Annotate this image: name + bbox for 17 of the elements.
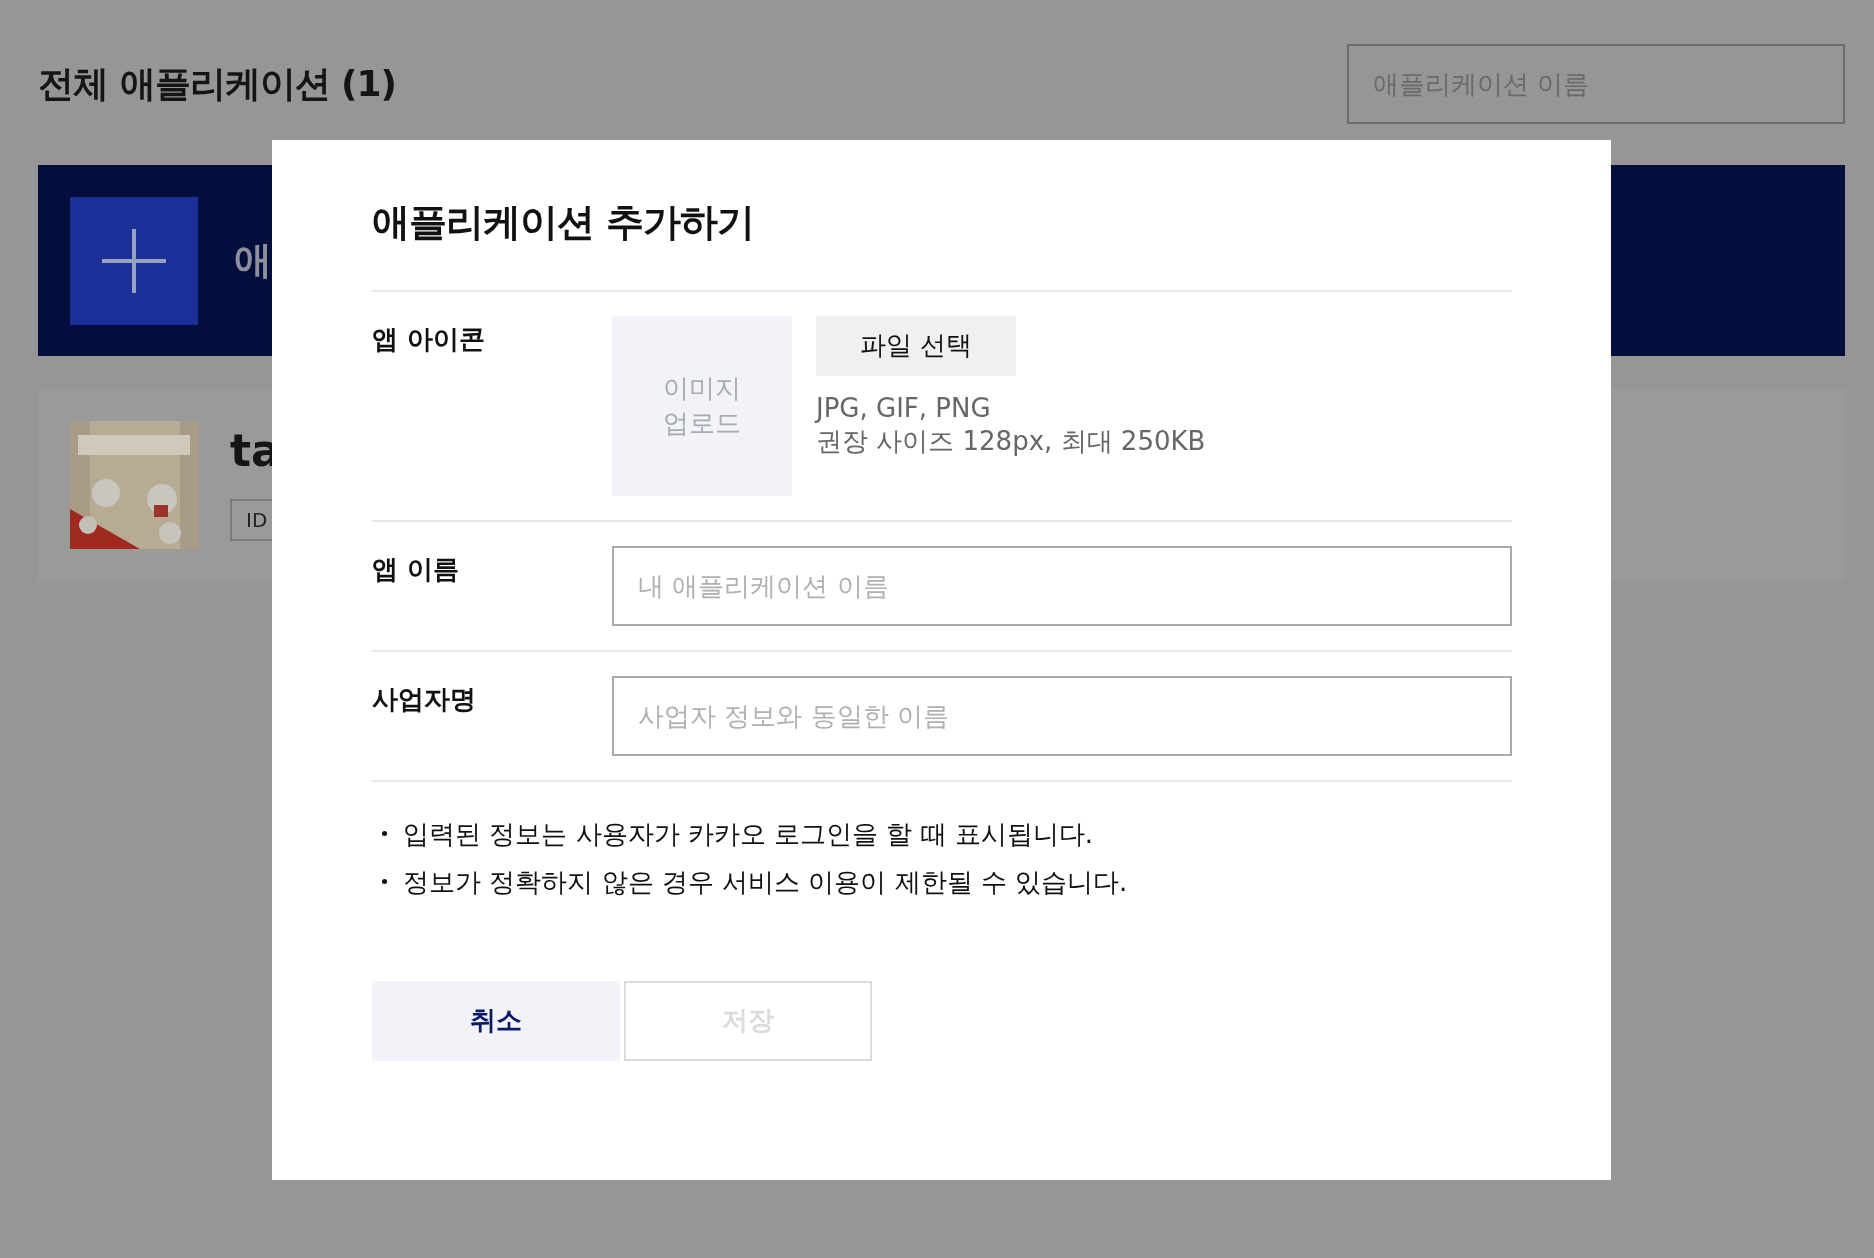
dialog-title: 애플리케이션 추가하기 [372,200,756,246]
banner-text: 애 [234,237,272,284]
text-input[interactable]: 사업자 정보와 동일한 이름 [612,675,1512,756]
field-label: 앱 아이콘 [372,322,487,356]
file-hint: 권장 사이즈 128px, 최대 250KB [816,425,1206,459]
plus-icon [70,196,198,325]
notice-text: 정보가 정확하지 않은 경우 서비스 이용이 제한될 수 있습니다. [403,865,1128,899]
field-label: 앱 이름 [372,552,461,586]
file-hint: JPG, GIF, PNG [816,391,992,425]
file-select-button[interactable]: 파일 선택 [816,315,1016,376]
bullet-icon [382,831,387,837]
bullet-icon [382,879,387,885]
text-input[interactable]: 내 애플리케이션 이름 [612,545,1512,626]
notice-text: 입력된 정보는 사용자가 카카오 로그인을 할 때 표시됩니다. [403,817,1094,851]
page-title: 전체 애플리케이션 (1) [38,62,397,106]
cancel-button[interactable]: 취소 [372,980,620,1061]
field-label: 사업자명 [372,682,477,716]
